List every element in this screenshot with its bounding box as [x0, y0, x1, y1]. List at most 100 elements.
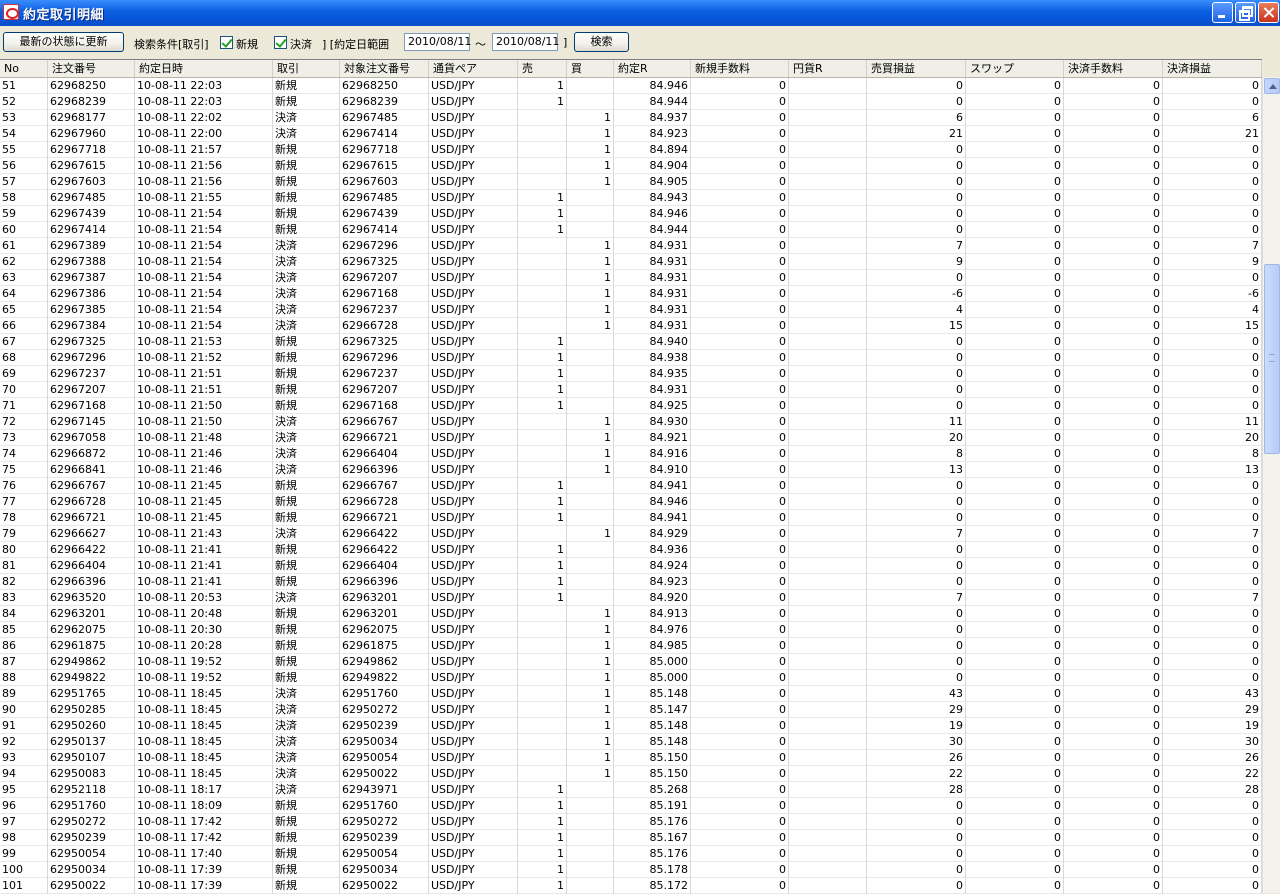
cell-sell: 1 — [518, 350, 567, 366]
table-row[interactable]: 74 62966872 10-08-11 21:46 決済 62966404 USD/JP… — [0, 446, 1262, 462]
table-row[interactable]: 53 62968177 10-08-11 22:02 決済 62967485 USD/JP… — [0, 110, 1262, 126]
restore-icon[interactable] — [1235, 2, 1256, 23]
table-row[interactable]: 96 62951760 10-08-11 18:09 新規 62951760 USD/JP… — [0, 798, 1262, 814]
column-header-sell[interactable]: 売 — [518, 60, 567, 77]
cell-exec-time: 10-08-11 18:45 — [135, 718, 273, 734]
table-row[interactable]: 80 62966422 10-08-11 21:41 新規 62966422 USD/JP… — [0, 542, 1262, 558]
table-row[interactable]: 51 62968250 10-08-11 22:03 新規 62968250 USD/JP… — [0, 78, 1262, 94]
column-header-buy[interactable]: 買 — [567, 60, 614, 77]
cell-settle-fee: 0 — [1064, 766, 1163, 782]
table-row[interactable]: 55 62967718 10-08-11 21:57 新規 62967718 USD/JP… — [0, 142, 1262, 158]
column-header-trade-type[interactable]: 取引 — [273, 60, 340, 77]
table-row[interactable]: 85 62962075 10-08-11 20:30 新規 62962075 USD/JP… — [0, 622, 1262, 638]
table-row[interactable]: 52 62968239 10-08-11 22:03 新規 62968239 USD/JP… — [0, 94, 1262, 110]
table-row[interactable]: 66 62967384 10-08-11 21:54 決済 62966728 USD/JP… — [0, 318, 1262, 334]
table-row[interactable]: 57 62967603 10-08-11 21:56 新規 62967603 USD/JP… — [0, 174, 1262, 190]
cell-currency-pair: USD/JPY — [429, 686, 518, 702]
table-row[interactable]: 90 62950285 10-08-11 18:45 決済 62950272 USD/JP… — [0, 702, 1262, 718]
cell-currency-pair: USD/JPY — [429, 302, 518, 318]
table-row[interactable]: 87 62949862 10-08-11 19:52 新規 62949862 USD/JP… — [0, 654, 1262, 670]
scroll-up-icon[interactable] — [1264, 78, 1280, 94]
table-row[interactable]: 61 62967389 10-08-11 21:54 決済 62967296 USD/JP… — [0, 238, 1262, 254]
cell-yen-rate — [789, 590, 867, 606]
search-button[interactable]: 検索 — [574, 32, 629, 52]
date-to-field[interactable]: 2010/08/11 — [492, 33, 559, 51]
table-row[interactable]: 68 62967296 10-08-11 21:52 新規 62967296 USD/JP… — [0, 350, 1262, 366]
column-header-yen-rate[interactable]: 円貨R — [789, 60, 867, 77]
column-header-trade-pl[interactable]: 売買損益 — [867, 60, 966, 77]
column-header-target-order-no[interactable]: 対象注文番号 — [340, 60, 429, 77]
column-header-exec-rate[interactable]: 約定R — [614, 60, 691, 77]
table-row[interactable]: 88 62949822 10-08-11 19:52 新規 62949822 USD/JP… — [0, 670, 1262, 686]
table-row[interactable]: 101 62950022 10-08-11 17:39 新規 62950022 USD/J… — [0, 878, 1262, 894]
table-row[interactable]: 72 62967145 10-08-11 21:50 決済 62966767 USD/JP… — [0, 414, 1262, 430]
column-header-exec-time[interactable]: 約定日時 — [135, 60, 273, 77]
table-row[interactable]: 91 62950260 10-08-11 18:45 決済 62950239 USD/JP… — [0, 718, 1262, 734]
table-row[interactable]: 100 62950034 10-08-11 17:39 新規 62950034 USD/J… — [0, 862, 1262, 878]
table-row[interactable]: 89 62951765 10-08-11 18:45 決済 62951760 USD/JP… — [0, 686, 1262, 702]
table-row[interactable]: 77 62966728 10-08-11 21:45 新規 62966728 USD/JP… — [0, 494, 1262, 510]
table-row[interactable]: 62 62967388 10-08-11 21:54 決済 62967325 USD/JP… — [0, 254, 1262, 270]
window-title: 約定取引明細 — [23, 8, 105, 23]
table-row[interactable]: 83 62963520 10-08-11 20:53 決済 62963201 USD/JP… — [0, 590, 1262, 606]
settle-checkbox[interactable] — [274, 36, 287, 49]
close-icon[interactable] — [1258, 2, 1279, 23]
table-row[interactable]: 69 62967237 10-08-11 21:51 新規 62967237 USD/JP… — [0, 366, 1262, 382]
table-row[interactable]: 97 62950272 10-08-11 17:42 新規 62950272 USD/JP… — [0, 814, 1262, 830]
refresh-button[interactable]: 最新の状態に更新 — [3, 32, 124, 52]
table-row[interactable]: 95 62952118 10-08-11 18:17 決済 62943971 USD/JP… — [0, 782, 1262, 798]
table-row[interactable]: 75 62966841 10-08-11 21:46 決済 62966396 USD/JP… — [0, 462, 1262, 478]
table-row[interactable]: 67 62967325 10-08-11 21:53 新規 62967325 USD/JP… — [0, 334, 1262, 350]
column-header-no[interactable]: No — [0, 60, 48, 77]
table-row[interactable]: 59 62967439 10-08-11 21:54 新規 62967439 USD/JP… — [0, 206, 1262, 222]
table-row[interactable]: 54 62967960 10-08-11 22:00 決済 62967414 USD/JP… — [0, 126, 1262, 142]
table-row[interactable]: 92 62950137 10-08-11 18:45 決済 62950034 USD/JP… — [0, 734, 1262, 750]
cell-trade-pl: 30 — [867, 734, 966, 750]
column-header-settle-fee[interactable]: 決済手数料 — [1064, 60, 1163, 77]
cell-exec-rate: 84.910 — [614, 462, 691, 478]
vertical-scrollbar[interactable] — [1262, 77, 1280, 893]
cell-settle-pl: 28 — [1163, 782, 1262, 798]
cell-buy — [567, 190, 614, 206]
cell-swap: 0 — [966, 158, 1064, 174]
table-row[interactable]: 84 62963201 10-08-11 20:48 新規 62963201 USD/JP… — [0, 606, 1262, 622]
table-row[interactable]: 78 62966721 10-08-11 21:45 新規 62966721 USD/JP… — [0, 510, 1262, 526]
date-from-field[interactable]: 2010/08/11 — [404, 33, 471, 51]
cell-settle-fee: 0 — [1064, 878, 1163, 894]
new-checkbox[interactable] — [220, 36, 233, 49]
cell-new-fee: 0 — [691, 302, 789, 318]
table-row[interactable]: 94 62950083 10-08-11 18:45 決済 62950022 USD/JP… — [0, 766, 1262, 782]
cell-new-fee: 0 — [691, 510, 789, 526]
table-row[interactable]: 76 62966767 10-08-11 21:45 新規 62966767 USD/JP… — [0, 478, 1262, 494]
table-row[interactable]: 81 62966404 10-08-11 21:41 新規 62966404 USD/JP… — [0, 558, 1262, 574]
tilde-label: ～ — [475, 38, 486, 51]
table-row[interactable]: 58 62967485 10-08-11 21:55 新規 62967485 USD/JP… — [0, 190, 1262, 206]
scroll-thumb[interactable] — [1264, 264, 1280, 454]
cell-yen-rate — [789, 94, 867, 110]
table-row[interactable]: 82 62966396 10-08-11 21:41 新規 62966396 USD/JP… — [0, 574, 1262, 590]
table-row[interactable]: 60 62967414 10-08-11 21:54 新規 62967414 USD/JP… — [0, 222, 1262, 238]
table-row[interactable]: 70 62967207 10-08-11 21:51 新規 62967207 USD/JP… — [0, 382, 1262, 398]
table-row[interactable]: 56 62967615 10-08-11 21:56 新規 62967615 USD/JP… — [0, 158, 1262, 174]
table-row[interactable]: 93 62950107 10-08-11 18:45 決済 62950054 USD/JP… — [0, 750, 1262, 766]
cell-yen-rate — [789, 542, 867, 558]
table-row[interactable]: 71 62967168 10-08-11 21:50 新規 62967168 USD/JP… — [0, 398, 1262, 414]
column-header-settle-pl[interactable]: 決済損益 — [1163, 60, 1262, 77]
cell-swap: 0 — [966, 734, 1064, 750]
cell-currency-pair: USD/JPY — [429, 206, 518, 222]
column-header-new-fee[interactable]: 新規手数料 — [691, 60, 789, 77]
column-header-swap[interactable]: スワップ — [966, 60, 1064, 77]
table-row[interactable]: 63 62967387 10-08-11 21:54 決済 62967207 USD/JP… — [0, 270, 1262, 286]
cell-exec-time: 10-08-11 21:54 — [135, 238, 273, 254]
table-row[interactable]: 99 62950054 10-08-11 17:40 新規 62950054 USD/JP… — [0, 846, 1262, 862]
column-header-order-no[interactable]: 注文番号 — [48, 60, 135, 77]
table-row[interactable]: 86 62961875 10-08-11 20:28 新規 62961875 USD/JP… — [0, 638, 1262, 654]
column-header-currency-pair[interactable]: 通貨ペア — [429, 60, 518, 77]
table-row[interactable]: 64 62967386 10-08-11 21:54 決済 62967168 USD/JP… — [0, 286, 1262, 302]
table-row[interactable]: 98 62950239 10-08-11 17:42 新規 62950239 USD/JP… — [0, 830, 1262, 846]
table-row[interactable]: 79 62966627 10-08-11 21:43 決済 62966422 USD/JP… — [0, 526, 1262, 542]
minimize-icon[interactable] — [1212, 2, 1233, 23]
table-row[interactable]: 73 62967058 10-08-11 21:48 決済 62966721 USD/JP… — [0, 430, 1262, 446]
cell-trade-type: 決済 — [273, 430, 340, 446]
table-row[interactable]: 65 62967385 10-08-11 21:54 決済 62967237 USD/JP… — [0, 302, 1262, 318]
